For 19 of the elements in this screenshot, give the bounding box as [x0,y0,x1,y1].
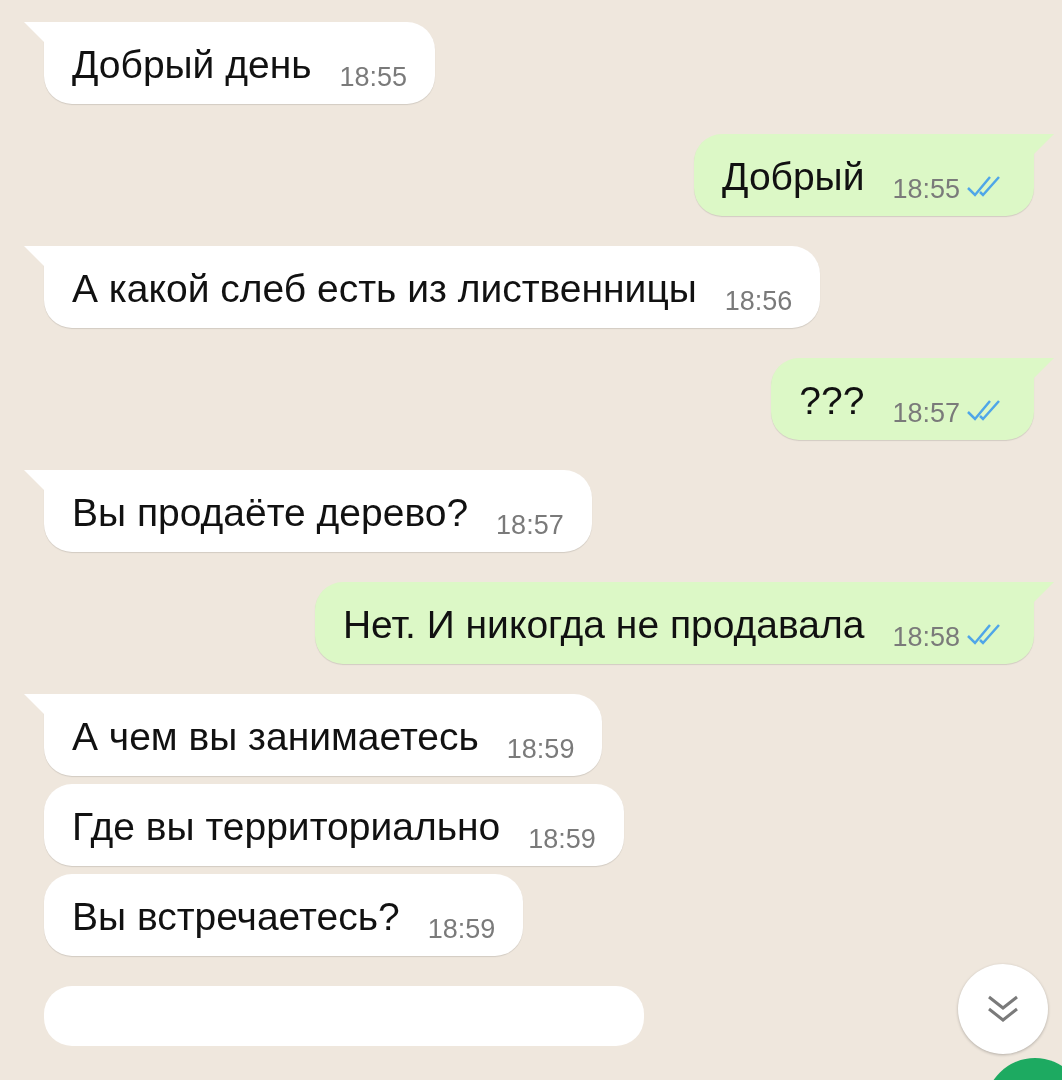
message-time: 18:55 [892,173,960,206]
message-text: Вы встречаетесь? [72,894,400,940]
message-time: 18:59 [427,913,496,946]
message-text: Добрый [722,154,865,200]
message-text: Добрый день [72,42,312,88]
message-text: ??? [799,378,865,424]
message-time: 18:56 [724,285,793,318]
message-time: 18:59 [528,823,596,856]
message-time: 18:55 [339,61,408,94]
message-text: А чем вы занимаетесь [72,714,479,760]
message-time: 18:58 [892,621,960,654]
message-time: 18:59 [506,733,575,766]
message-text: Нет. И никогда не продавала [342,602,865,648]
chevrons-down-icon [986,994,1020,1024]
message-text: А какой слеб есть из лиственницы [72,266,697,312]
message-time: 18:57 [496,509,564,542]
message-text: Вы продаёте дерево? [72,490,469,536]
message-text: Где вы территориально [72,804,501,850]
message-time: 18:57 [892,397,960,430]
